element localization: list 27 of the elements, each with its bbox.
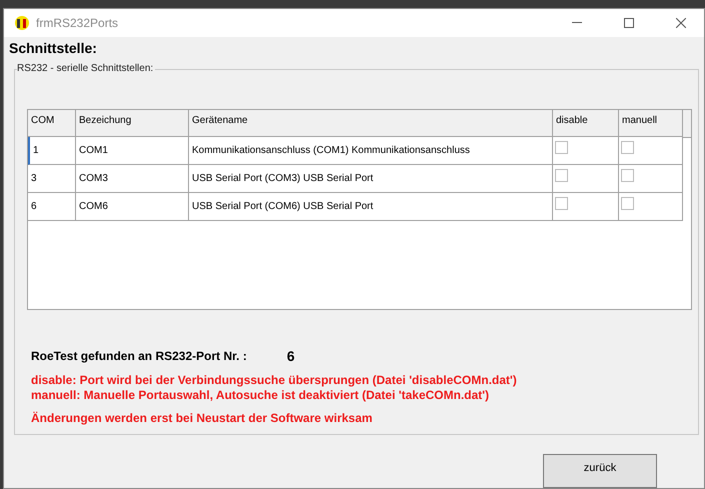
table-cell: USB Serial Port (COM6) USB Serial Port xyxy=(189,193,553,221)
checkbox[interactable] xyxy=(621,169,634,182)
column-header[interactable]: manuell xyxy=(619,110,683,137)
table-cell: 6 xyxy=(28,193,76,221)
maximize-icon[interactable] xyxy=(624,18,634,28)
back-button[interactable]: zurück xyxy=(543,454,657,488)
checkbox[interactable] xyxy=(621,141,634,154)
found-label: RoeTest gefunden an RS232-Port Nr. : xyxy=(31,349,247,363)
table-cell: COM6 xyxy=(76,193,189,221)
column-header[interactable]: COM xyxy=(28,110,76,137)
group-legend: RS232 - serielle Schnittstellen: xyxy=(17,63,156,74)
hint-text: Änderungen werden erst bei Neustart der Software wirksam xyxy=(31,411,374,425)
column-header[interactable]: Bezeichung xyxy=(76,110,189,137)
close-icon[interactable] xyxy=(676,18,686,28)
minimize-icon[interactable] xyxy=(572,22,582,24)
section-heading: Schnittstelle: xyxy=(9,40,98,56)
checkbox[interactable] xyxy=(555,169,568,182)
hint-text: manuell: Manuelle Portauswahl, Autosuche ist deaktiviert (Datei 'takeCOMn.dat') xyxy=(31,388,490,402)
port-number: 6 xyxy=(286,348,295,364)
app-logo-icon xyxy=(14,15,30,31)
checkbox[interactable] xyxy=(555,197,568,210)
checkbox[interactable] xyxy=(555,141,568,154)
checkbox[interactable] xyxy=(621,197,634,210)
column-header[interactable]: disable xyxy=(553,110,619,137)
column-header[interactable]: Gerätename xyxy=(189,110,553,137)
window-title: frmRS232Ports xyxy=(36,16,120,30)
hint-text: disable: Port wird bei der Verbindungssuche übersprungen (Datei 'disableCOMn.dat') xyxy=(31,373,518,387)
